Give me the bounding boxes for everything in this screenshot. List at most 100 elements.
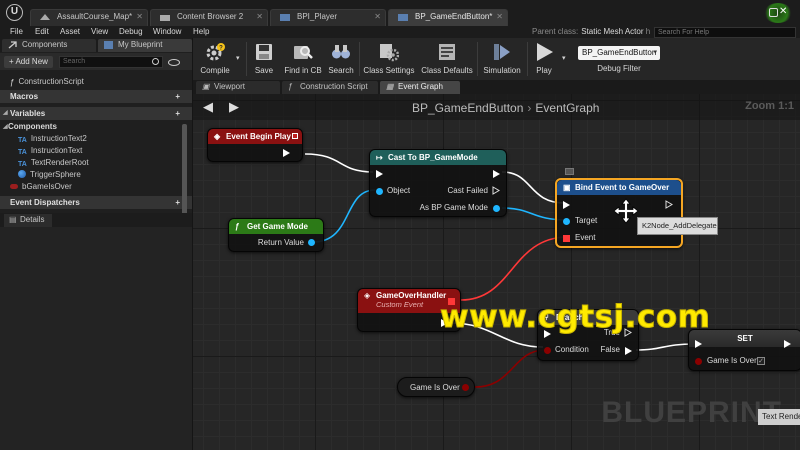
parent-class-link[interactable]: Static Mesh Actor	[581, 27, 643, 36]
tab-content-browser[interactable]: Content Browser 2 ✕	[150, 9, 268, 26]
ue-blueprint-editor: U AssaultCourse_Map* ✕ Content Browser 2 ✕…	[0, 0, 800, 450]
variables-category[interactable]: ◢ Variables +	[0, 107, 192, 120]
back-arrow-icon[interactable]: ◀	[203, 99, 213, 115]
function-icon: ƒ	[235, 222, 240, 231]
node-comment-bubble-icon[interactable]	[565, 168, 574, 175]
exec-out-pin[interactable]	[283, 149, 290, 157]
help-search-input[interactable]: Search For Help	[654, 27, 796, 38]
left-panel: Components My Blueprint + Add New Search…	[0, 38, 192, 450]
cast-failed-exec-pin[interactable]	[492, 186, 500, 195]
breadcrumb-root[interactable]: BP_GameEndButton	[412, 101, 523, 115]
component-item[interactable]: TriggerSphere	[0, 169, 192, 181]
collapse-arrow-icon[interactable]: ◢	[3, 121, 8, 133]
event-delegate-pin[interactable]	[563, 235, 570, 242]
component-item[interactable]: TA TextRenderRoot	[0, 157, 192, 169]
add-dispatcher-icon[interactable]: +	[175, 196, 180, 209]
construction-script-item[interactable]: ƒ ConstructionScript	[0, 76, 192, 88]
save-button[interactable]: Save	[249, 38, 279, 80]
as-gamemode-out-pin[interactable]	[493, 205, 500, 212]
close-icon[interactable]: ✕	[496, 12, 503, 21]
tab-bpi-player[interactable]: BPI_Player ✕	[270, 9, 386, 26]
tab-components[interactable]: Components	[2, 39, 96, 52]
exec-in-pin[interactable]	[376, 170, 383, 178]
viewport-icon: ▣	[202, 82, 210, 91]
component-item[interactable]: TA InstructionText	[0, 145, 192, 157]
components-subcategory[interactable]: ◢ Components	[0, 121, 192, 133]
bool-out-pin[interactable]	[462, 384, 469, 391]
compile-button[interactable]: ? Compile	[195, 38, 235, 80]
exec-in-pin[interactable]	[563, 201, 570, 209]
game-is-over-getter-node[interactable]: Game Is Over	[397, 377, 475, 397]
close-window-icon[interactable]: ✕	[779, 6, 787, 17]
exec-in-pin[interactable]	[695, 340, 702, 348]
simulation-button[interactable]: Simulation	[479, 38, 525, 80]
cast-to-gamemode-node[interactable]: ↦ Cast To BP_GameMode Object Cast Failed…	[369, 149, 507, 217]
tab-construction-script[interactable]: ƒ Construction Script	[282, 81, 378, 94]
event-begin-play-node[interactable]: ◈ Event Begin Play	[207, 128, 303, 162]
menu-edit[interactable]: Edit	[35, 26, 49, 38]
blueprint-icon	[104, 41, 113, 49]
set-game-is-over-node[interactable]: SET Game Is Over ✓	[688, 329, 800, 371]
condition-in-pin[interactable]	[544, 347, 551, 354]
menu-view[interactable]: View	[91, 26, 108, 38]
exec-out-pin[interactable]	[493, 170, 500, 178]
menu-file[interactable]: File	[10, 26, 23, 38]
exec-out-pin[interactable]	[784, 340, 791, 348]
class-defaults-button[interactable]: Class Defaults	[419, 38, 475, 80]
search-button[interactable]: Search	[325, 38, 357, 80]
return-value-pin[interactable]	[308, 239, 315, 246]
event-dispatchers-category[interactable]: Event Dispatchers +	[0, 196, 192, 209]
find-in-cb-button[interactable]: Find in CB	[281, 38, 325, 80]
menu-window[interactable]: Window	[153, 26, 181, 38]
unreal-logo-icon[interactable]: U	[6, 4, 23, 21]
forward-arrow-icon[interactable]: ▶	[229, 99, 239, 115]
tab-viewport[interactable]: ▣ Viewport	[196, 81, 280, 94]
macros-category[interactable]: Macros +	[0, 90, 192, 103]
svg-text:?: ?	[219, 46, 223, 52]
exec-wire	[304, 153, 374, 173]
tab-event-graph[interactable]: ▦ Event Graph	[380, 81, 460, 94]
close-icon[interactable]: ✕	[256, 12, 263, 21]
play-options-dropdown[interactable]: ▾	[561, 38, 571, 80]
menu-help[interactable]: Help	[193, 26, 209, 38]
target-in-pin[interactable]	[563, 218, 570, 225]
class-settings-button[interactable]: Class Settings	[361, 38, 417, 80]
variable-item[interactable]: bGameIsOver	[0, 181, 192, 193]
level-icon	[40, 14, 50, 20]
menu-debug[interactable]: Debug	[119, 26, 143, 38]
add-variable-icon[interactable]: +	[175, 107, 180, 120]
collapse-arrow-icon[interactable]: ◢	[3, 107, 8, 120]
get-game-mode-node[interactable]: ƒ Get Game Mode Return Value	[228, 218, 324, 252]
component-item[interactable]: TA InstructionText2	[0, 133, 192, 145]
details-panel	[0, 227, 192, 450]
false-exec-pin[interactable]	[625, 347, 632, 355]
tab-my-blueprint[interactable]: My Blueprint	[98, 39, 192, 52]
compile-options-dropdown[interactable]: ▾	[235, 38, 245, 80]
toolbar-separator	[359, 42, 360, 76]
event-graph-canvas[interactable]: ◀ ▶ BP_GameEndButton › EventGraph Zoom 1:1…	[193, 94, 800, 450]
add-new-button[interactable]: + Add New	[4, 56, 53, 68]
add-macro-icon[interactable]: +	[175, 90, 180, 103]
details-header: ▤ Details	[0, 213, 192, 227]
compile-gear-icon: ?	[206, 43, 225, 61]
tab-assault-course-map[interactable]: AssaultCourse_Map* ✕	[30, 9, 148, 26]
tab-bp-game-end-button[interactable]: BP_GameEndButton* ✕	[388, 9, 508, 26]
menu-asset[interactable]: Asset	[60, 26, 80, 38]
graph-icon: ▦	[386, 82, 394, 91]
exec-out-pin[interactable]	[665, 200, 673, 209]
game-is-over-in-pin[interactable]	[695, 358, 702, 365]
close-icon[interactable]: ✕	[374, 12, 381, 21]
object-in-pin[interactable]	[376, 188, 383, 195]
minimize-icon[interactable]	[769, 8, 778, 17]
delegate-out-pin[interactable]	[292, 133, 298, 139]
view-options-icon[interactable]	[168, 59, 180, 66]
play-button[interactable]: Play	[529, 38, 559, 80]
toolbar: ? Compile ▾ Save Find in CB Search Class…	[193, 38, 800, 80]
text-render-tab[interactable]: Text Rende	[758, 409, 800, 425]
chevron-down-icon: ▾	[236, 55, 240, 62]
close-icon[interactable]: ✕	[136, 12, 143, 21]
debug-object-select[interactable]: BP_GameEndButton ▾	[578, 46, 660, 60]
tab-details[interactable]: ▤ Details	[4, 214, 53, 227]
blueprint-search-input[interactable]: Search	[59, 56, 163, 68]
checkbox-icon[interactable]: ✓	[757, 357, 765, 365]
